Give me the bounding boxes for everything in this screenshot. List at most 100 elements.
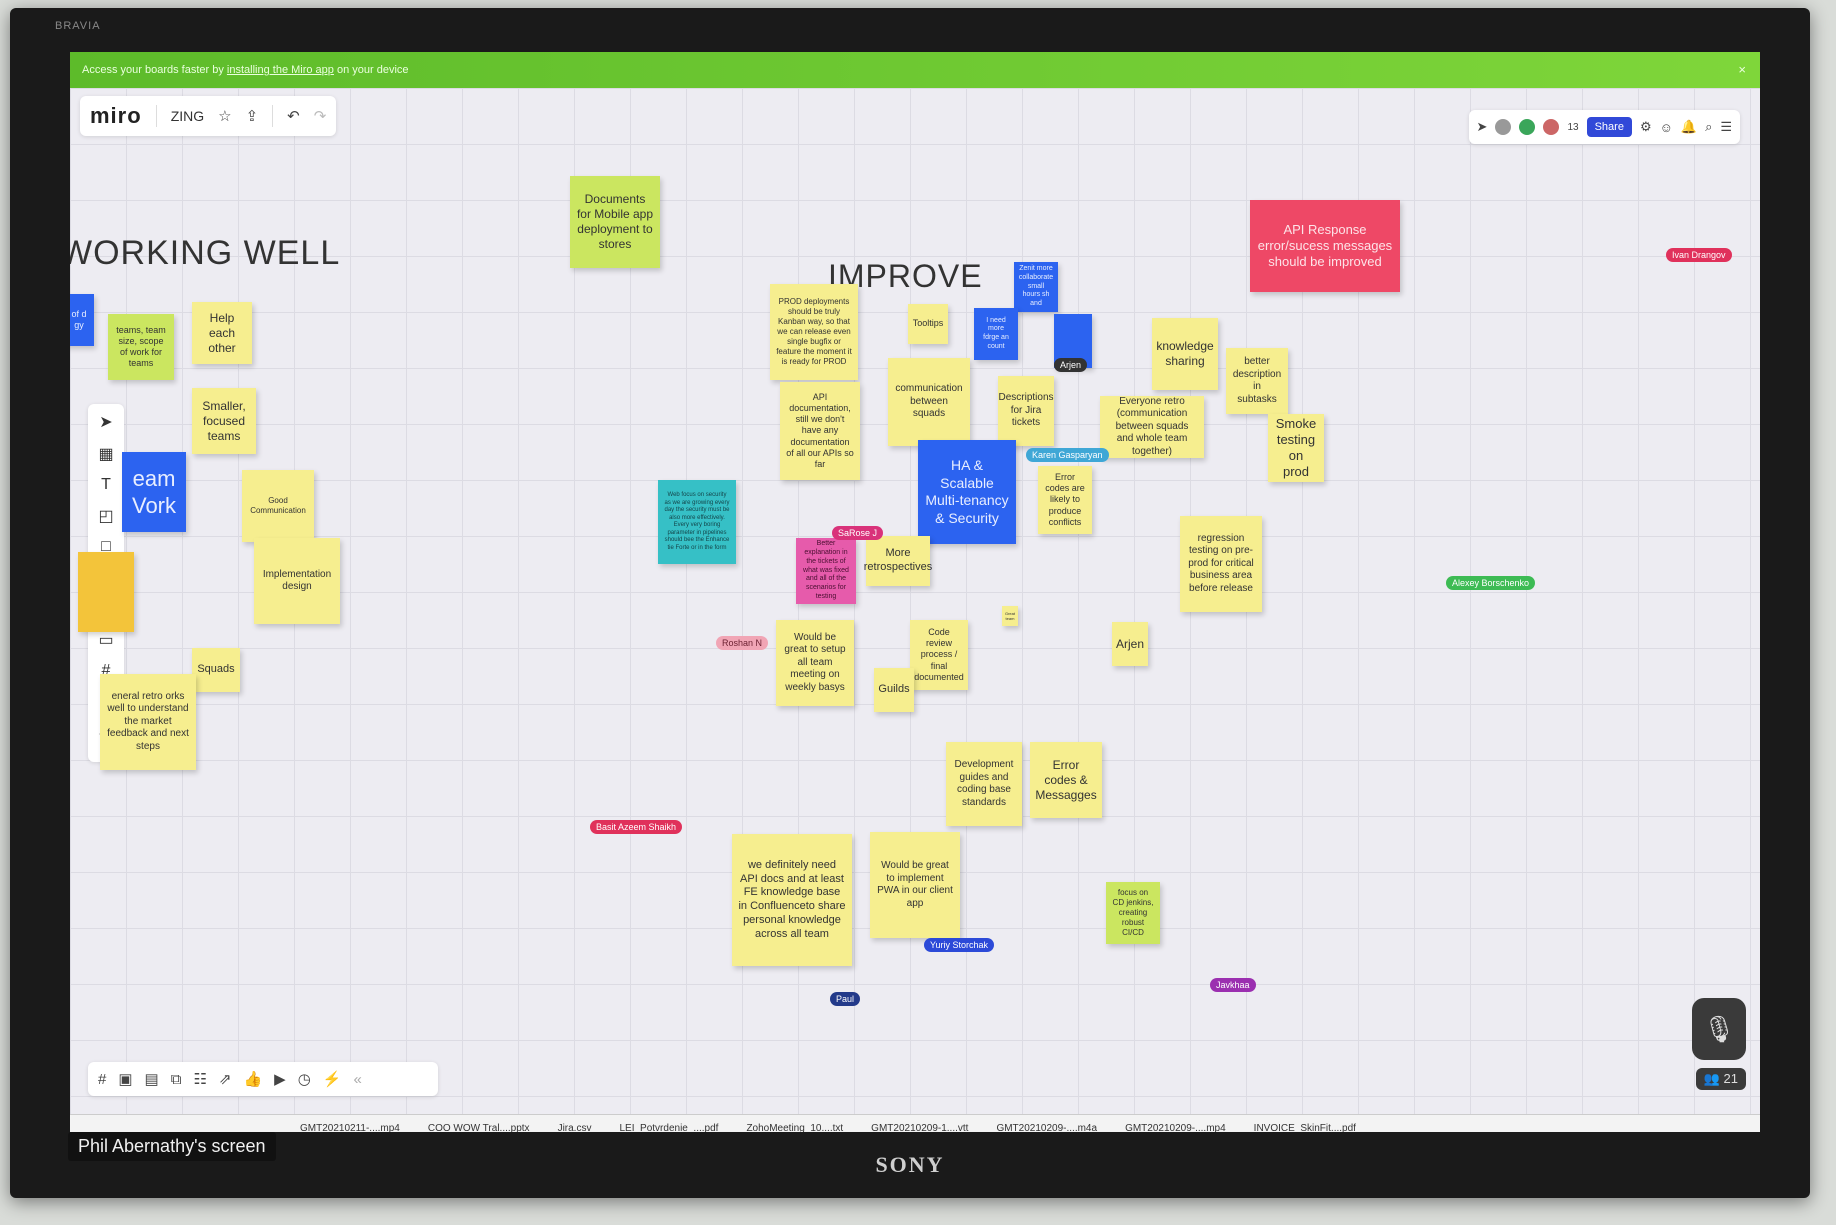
notes-icon[interactable]: ☰ — [1720, 119, 1732, 135]
download-item[interactable]: Jira.csv — [558, 1123, 592, 1132]
sticky-note[interactable]: eneral retro orks well to understand the… — [100, 674, 196, 770]
sticky-note[interactable]: regression testing on pre-prod for criti… — [1180, 516, 1262, 612]
sticky-note-icon[interactable]: ◰ — [98, 506, 113, 526]
sticky-note[interactable]: Smaller, focused teams — [192, 388, 256, 454]
banner-prefix: Access your boards faster by — [82, 64, 224, 76]
download-item[interactable]: COO WOW Tral....pptx — [428, 1123, 530, 1132]
cursor-icon[interactable]: ➤ — [1477, 119, 1488, 135]
sticky-note[interactable]: Squads — [192, 648, 240, 692]
kanban-icon[interactable]: ☷ — [193, 1070, 206, 1088]
avatar[interactable] — [1519, 119, 1536, 135]
comment-icon[interactable]: ▭ — [98, 630, 113, 650]
cursor-label: Ivan Drangov — [1666, 248, 1732, 262]
cursor-label: Arjen — [1054, 358, 1088, 372]
comments-icon[interactable]: ▤ — [145, 1070, 159, 1088]
sticky-note[interactable]: Error codes are likely to produce confli… — [1038, 466, 1092, 534]
sticky-note[interactable]: Smoke testing on prod — [1268, 414, 1324, 482]
templates-icon[interactable]: ▦ — [98, 444, 113, 464]
avatar[interactable] — [1495, 119, 1512, 135]
undo-icon[interactable]: ↶ — [287, 107, 300, 125]
sticky-note[interactable]: Error codes & Messagges — [1030, 742, 1102, 818]
sticky-note[interactable]: Documents for Mobile app deployment to s… — [570, 176, 660, 268]
video-icon[interactable]: ▶ — [274, 1070, 286, 1088]
sticky-note[interactable]: eam Vork — [122, 452, 186, 532]
redo-icon[interactable]: ↷ — [314, 107, 327, 125]
download-item[interactable]: LEI_Potvrdenie_....pdf — [619, 1123, 718, 1132]
sticky-note[interactable]: HA & Scalable Multi-tenancy & Security — [918, 440, 1016, 544]
share-button[interactable]: Share — [1586, 117, 1632, 137]
sticky-note[interactable]: we definitely need API docs and at least… — [732, 834, 852, 966]
avatar[interactable] — [1543, 119, 1560, 135]
star-icon[interactable]: ☆ — [218, 107, 231, 125]
present-icon[interactable]: ▣ — [118, 1070, 132, 1088]
cursor-label: Basit Azeem Shaikh — [590, 820, 683, 834]
board-topright: ➤ 13 Share ⚙ ☺ 🔔 ⌕ ☰ — [1468, 110, 1740, 144]
sticky-note[interactable]: API Response error/sucess messages shoul… — [1250, 200, 1400, 292]
collapse-icon[interactable]: « — [353, 1071, 361, 1088]
download-item[interactable]: GMT20210211-....mp4 — [300, 1123, 400, 1132]
sticky-note[interactable]: Code review process / final documented — [910, 620, 968, 690]
mic-muted-icon[interactable]: 🎙 — [1692, 998, 1746, 1060]
search-icon[interactable]: ⌕ — [1705, 119, 1712, 135]
sticky-note[interactable]: Help each other — [192, 302, 252, 364]
sticky-note[interactable]: API documentation, still we don't have a… — [780, 382, 860, 480]
settings-icon[interactable]: ⚙ — [1640, 119, 1652, 135]
install-banner: Access your boards faster by installing … — [70, 52, 1760, 88]
sticky-note[interactable]: Would be great to setup all team meeting… — [776, 620, 854, 706]
install-app-link[interactable]: installing the Miro app — [227, 64, 334, 76]
sticky-note[interactable]: focus on CD jenkins, creating robust CI/… — [1106, 882, 1160, 944]
board-name[interactable]: ZING — [171, 108, 204, 124]
sticky-note[interactable]: I need more fdrge an count — [974, 308, 1018, 360]
board-topbar: miro ZING ☆ ⇪ ↶ ↷ — [80, 96, 337, 136]
share-screen-icon[interactable]: ⇗ — [219, 1070, 232, 1088]
screen-share-label: Phil Abernathy's screen — [68, 1132, 276, 1161]
screen: Access your boards faster by installing … — [70, 52, 1760, 1132]
divider — [272, 105, 274, 127]
download-item[interactable]: INVOICE_SkinFit....pdf — [1254, 1123, 1356, 1132]
sticky-note[interactable]: teams, team size, scope of work for team… — [108, 314, 174, 380]
cursor-label: SaRose J — [832, 526, 884, 540]
frames-icon[interactable]: # — [98, 1071, 106, 1088]
like-icon[interactable]: 👍 — [243, 1070, 262, 1088]
sticky-note[interactable]: Implementation design — [254, 538, 340, 624]
close-icon[interactable]: × — [1738, 52, 1746, 88]
participants-count: 21 — [1723, 1071, 1738, 1086]
download-item[interactable]: GMT20210209-....mp4 — [1125, 1123, 1226, 1132]
downloads-bar: GMT20210211-....mp4 COO WOW Tral....pptx… — [70, 1114, 1760, 1132]
sticky-note[interactable]: Development guides and coding base stand… — [946, 742, 1022, 826]
cards-icon[interactable]: ⧉ — [171, 1071, 182, 1088]
timer-icon[interactable]: ◷ — [298, 1070, 311, 1088]
sticky-note[interactable]: Great team — [1002, 606, 1018, 626]
text-tool-icon[interactable]: T — [101, 476, 111, 494]
download-item[interactable]: GMT20210209-....m4a — [996, 1123, 1097, 1132]
sticky-note[interactable]: Guilds — [874, 668, 914, 712]
divider — [155, 105, 157, 127]
sticky-note[interactable]: Arjen — [1112, 622, 1148, 666]
sticky-note[interactable]: Descriptions for Jira tickets — [998, 376, 1054, 446]
sticky-note[interactable]: better description in subtasks — [1226, 348, 1288, 414]
select-tool-icon[interactable]: ➤ — [99, 412, 112, 432]
cursor-label: Alexey Borschenko — [1446, 576, 1536, 590]
sticky-note[interactable]: knowledge sharing — [1152, 318, 1218, 390]
sticky-note[interactable]: Good Communication — [242, 470, 314, 542]
cursor-label: Javkhaa — [1210, 978, 1256, 992]
sticky-note[interactable]: Better explanation in the tickets of wha… — [796, 538, 856, 604]
sticky-note[interactable]: PROD deployments should be truly Kanban … — [770, 284, 858, 380]
sticky-note[interactable]: Tooltips — [908, 304, 948, 344]
sticky-note[interactable]: Would be great to implement PWA in our c… — [870, 832, 960, 938]
sticky-note[interactable]: of d gy — [70, 294, 94, 346]
miro-logo: miro — [90, 103, 142, 128]
reactions-icon[interactable]: ☺ — [1660, 120, 1673, 135]
sticky-note[interactable]: Zenit more collaborate small hours sh an… — [1014, 262, 1058, 312]
bell-icon[interactable]: 🔔 — [1681, 119, 1697, 135]
sticky-note[interactable] — [78, 552, 134, 632]
download-item[interactable]: GMT20210209-1....vtt — [871, 1123, 968, 1132]
sticky-note[interactable]: communication between squads — [888, 358, 970, 446]
sticky-note[interactable]: Everyone retro (communication between sq… — [1100, 396, 1204, 458]
upload-icon[interactable]: ⇪ — [246, 107, 259, 125]
participants-button[interactable]: 👥 21 — [1695, 1068, 1746, 1090]
vote-icon[interactable]: ⚡ — [323, 1070, 342, 1088]
sticky-note[interactable]: Web focus on security as we are growing … — [658, 480, 736, 564]
sticky-note[interactable]: More retrospectives — [864, 536, 932, 586]
download-item[interactable]: ZohoMeeting_10....txt — [746, 1123, 843, 1132]
